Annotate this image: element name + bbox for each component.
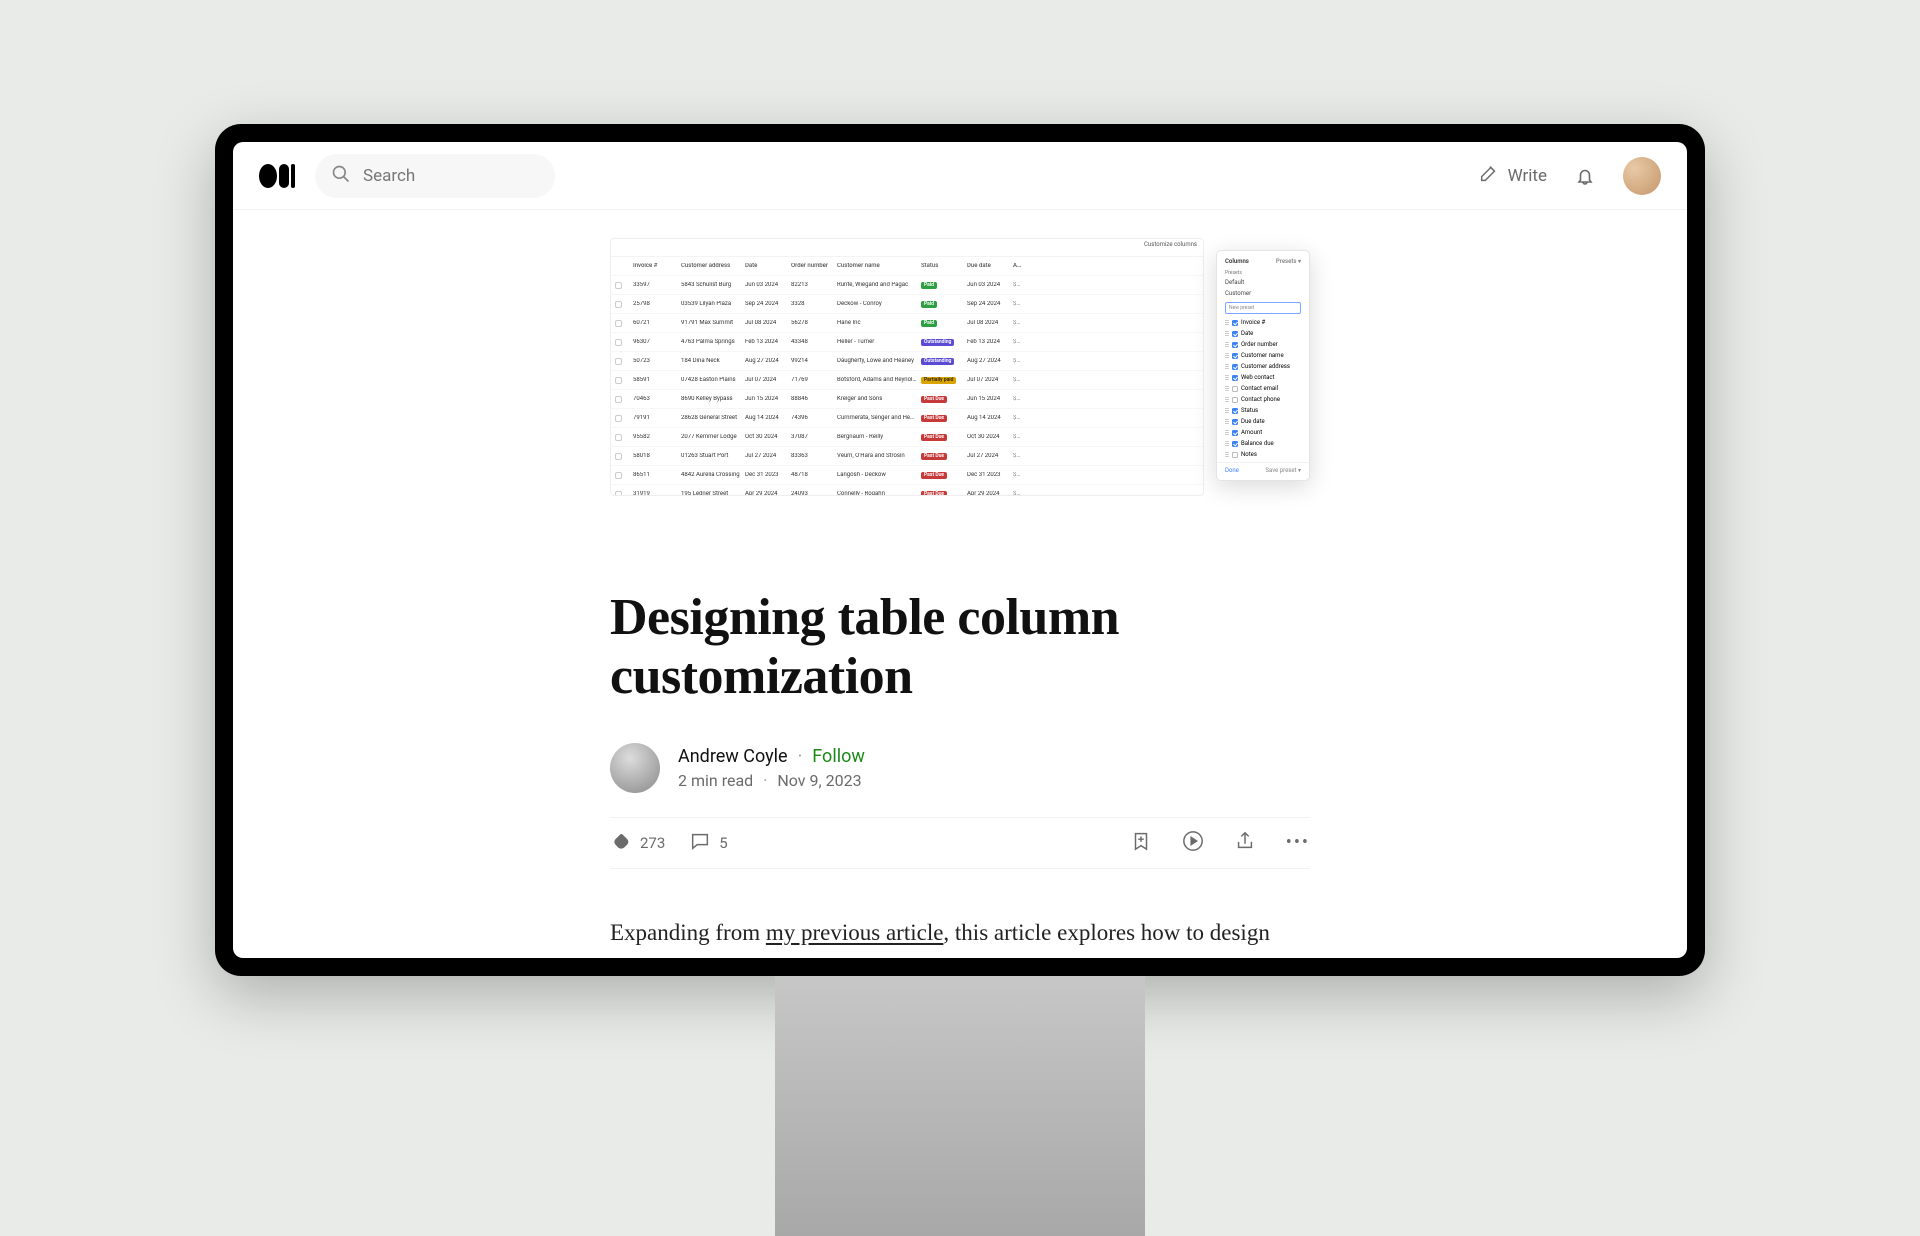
popover-title: Columns bbox=[1225, 258, 1249, 265]
share-icon bbox=[1234, 830, 1256, 852]
clap-count: 273 bbox=[640, 834, 665, 852]
share-button[interactable] bbox=[1234, 830, 1256, 856]
notifications-button[interactable] bbox=[1573, 164, 1597, 188]
follow-button[interactable]: Follow bbox=[812, 746, 865, 767]
popover-presets-header: Presets bbox=[1217, 268, 1309, 277]
clap-button[interactable]: 273 bbox=[610, 830, 665, 856]
popover-save-preset: Save preset ▾ bbox=[1265, 467, 1301, 474]
search-input[interactable]: Search bbox=[315, 154, 555, 198]
clap-icon bbox=[610, 830, 632, 856]
article-title: Designing table column customization bbox=[610, 588, 1310, 707]
hero-customize-label: Customize columns bbox=[1144, 242, 1197, 248]
popover-presets-caret: Presets ▾ bbox=[1276, 258, 1301, 265]
read-time: 2 min read bbox=[678, 771, 753, 790]
author-row: Andrew Coyle · Follow 2 min read · Nov 9… bbox=[610, 743, 1310, 793]
write-button[interactable]: Write bbox=[1478, 162, 1547, 189]
profile-avatar[interactable] bbox=[1623, 157, 1661, 195]
listen-button[interactable] bbox=[1182, 830, 1204, 856]
search-placeholder: Search bbox=[363, 166, 415, 186]
preset-customer: Customer bbox=[1217, 288, 1309, 299]
separator-dot: · bbox=[798, 746, 803, 767]
medium-logo[interactable] bbox=[259, 164, 299, 188]
publish-date: Nov 9, 2023 bbox=[777, 771, 861, 790]
hero-image: Customize columns Invoice #Customer addr… bbox=[610, 238, 1310, 544]
author-avatar[interactable] bbox=[610, 743, 660, 793]
preset-new-input: New preset bbox=[1225, 302, 1301, 314]
responses-button[interactable]: 5 bbox=[689, 830, 727, 856]
engagement-bar: 273 5 bbox=[610, 817, 1310, 869]
write-label: Write bbox=[1508, 166, 1547, 186]
popover-done: Done bbox=[1225, 467, 1239, 474]
comment-icon bbox=[689, 830, 711, 856]
preset-default: Default bbox=[1217, 277, 1309, 288]
body-lead: Expanding from bbox=[610, 920, 766, 945]
separator-dot: · bbox=[763, 771, 767, 790]
author-name[interactable]: Andrew Coyle bbox=[678, 746, 788, 767]
more-button[interactable]: ••• bbox=[1286, 832, 1310, 853]
bookmark-icon bbox=[1130, 830, 1152, 852]
bookmark-button[interactable] bbox=[1130, 830, 1152, 856]
play-icon bbox=[1182, 830, 1204, 852]
write-icon bbox=[1478, 162, 1500, 189]
article-body: Expanding from my previous article, this… bbox=[610, 913, 1310, 958]
top-nav: Search Write bbox=[233, 142, 1687, 210]
search-icon bbox=[331, 164, 351, 188]
response-count: 5 bbox=[719, 834, 727, 852]
body-link[interactable]: my previous article bbox=[766, 920, 944, 945]
columns-popover: Columns Presets ▾ Presets Default Custom… bbox=[1216, 250, 1310, 481]
bell-icon bbox=[1573, 164, 1597, 188]
